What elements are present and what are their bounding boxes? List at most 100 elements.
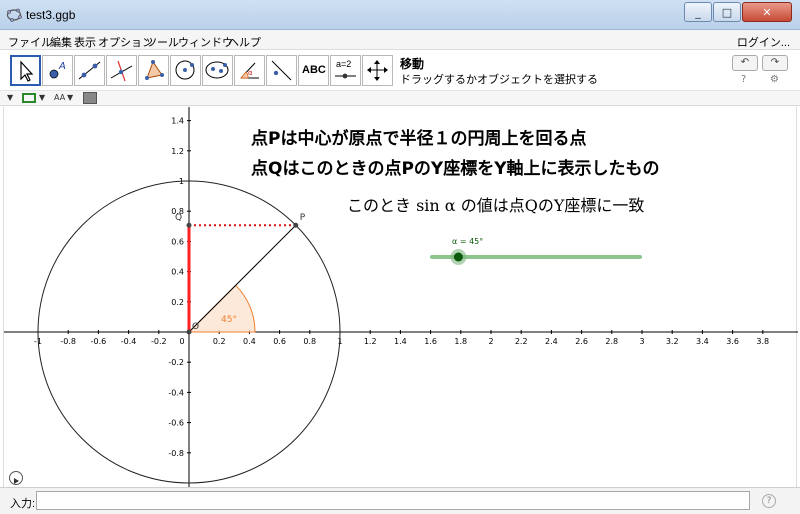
undo-button[interactable]: ↶	[732, 55, 758, 71]
minimize-button[interactable]: _	[684, 2, 712, 22]
description-line-3: このとき sin α の値は点QのY座標に一致	[347, 196, 645, 215]
x-tick-label: -0.8	[60, 337, 76, 346]
active-tool-help: ドラッグするかオブジェクトを選択する	[400, 74, 598, 86]
circle-center-point-icon	[175, 60, 195, 80]
perpendicular-line-icon	[110, 60, 133, 82]
x-tick-label: 1.4	[394, 337, 407, 346]
slider-knob[interactable]	[453, 252, 463, 262]
x-tick-label: 0.8	[303, 337, 316, 346]
ellipse-tool-button[interactable]	[202, 55, 233, 86]
point-p	[293, 222, 299, 228]
alpha-slider[interactable]	[430, 249, 642, 265]
input-bar: 入力: ?	[0, 487, 800, 514]
axes-toggle-icon[interactable]	[22, 93, 36, 103]
redo-button[interactable]: ↷	[762, 55, 788, 71]
menu-window[interactable]: ウィンドウ	[178, 34, 233, 50]
angle-tool-button[interactable]: α	[234, 55, 265, 86]
y-tick-label: 1.2	[171, 147, 184, 156]
y-tick-label: -0.6	[168, 419, 184, 428]
title-bar: test3.ggb _ □ ✕	[0, 0, 800, 30]
menu-help[interactable]: ヘルプ	[228, 34, 261, 50]
x-tick-label: 0.6	[273, 337, 286, 346]
reflect-tool-button[interactable]	[266, 55, 297, 86]
description-line-2: 点Qはこのときの点PのY座標をY軸上に表示したもの	[251, 159, 660, 179]
graphics-view[interactable]: -1 -0.8 -0.6 -0.4 -0.2 0 0.2 0.4 0.6 0.8 1 1.2 1.4 1.…	[3, 107, 798, 487]
cursor-arrow-icon	[20, 60, 34, 82]
y-tick-label: 0.6	[171, 237, 184, 246]
x-tick-label: 2.8	[605, 337, 618, 346]
reflect-line-icon	[271, 60, 292, 81]
slider-icon	[335, 73, 356, 79]
stylebar-toggle-icon[interactable]: ▼	[7, 93, 13, 102]
move-graphics-tool-button[interactable]	[362, 55, 393, 86]
perpendicular-tool-button[interactable]	[106, 55, 137, 86]
x-tick-label: -0.4	[121, 337, 137, 346]
geogebra-logo-icon	[6, 8, 22, 22]
circle-tool-button[interactable]	[170, 55, 201, 86]
x-tick-label: 2.2	[515, 337, 528, 346]
y-tick-label: -0.2	[168, 358, 184, 367]
pin-icon[interactable]	[83, 92, 97, 104]
x-tick-label: 3.8	[756, 337, 769, 346]
y-tick-label: 0.2	[171, 298, 184, 307]
point-icon: A	[49, 61, 66, 79]
text-tool-label: ABC	[302, 64, 326, 76]
login-link[interactable]: ログイン...	[737, 34, 790, 50]
angle-icon: α	[240, 62, 259, 79]
x-tick-label: 1.2	[364, 337, 377, 346]
x-tick-label: 0.4	[243, 337, 256, 346]
menu-file[interactable]: ファイル	[8, 34, 52, 50]
y-tick-label: 1.4	[171, 117, 184, 126]
toolbar: A α ABC a=2 移動 ドラッグするかオブジェクトを選択する ↶ ↷ ? …	[0, 50, 800, 90]
menu-tools[interactable]: ツール	[146, 34, 179, 50]
point-p-label: P	[300, 213, 306, 223]
input-help-icon[interactable]: ?	[762, 494, 776, 508]
x-tick-label: 3.4	[696, 337, 709, 346]
svg-text:α: α	[248, 69, 253, 77]
active-tool-name: 移動	[400, 57, 425, 71]
font-size-button[interactable]: AA	[54, 93, 65, 102]
menu-edit[interactable]: 編集	[50, 34, 72, 50]
point-q-label: Q	[175, 213, 182, 223]
menu-bar: ファイル 編集 表示 オプション ツール ウィンドウ ヘルプ ログイン...	[0, 30, 800, 50]
x-tick-label: 2	[488, 337, 493, 346]
angle-label: 45°	[221, 315, 237, 325]
x-tick-label: 3.2	[666, 337, 679, 346]
x-tick-label: 2.6	[575, 337, 588, 346]
menu-view[interactable]: 表示	[74, 34, 96, 50]
text-tool-button[interactable]: ABC	[298, 55, 329, 86]
maximize-button[interactable]: □	[713, 2, 741, 22]
help-icon[interactable]: ?	[741, 74, 746, 85]
x-tick-label: 1.8	[454, 337, 467, 346]
window-title: test3.ggb	[26, 8, 76, 22]
input-field[interactable]	[36, 491, 750, 510]
line-tool-button[interactable]	[74, 55, 105, 86]
slider-tool-button[interactable]: a=2	[330, 55, 361, 86]
menu-options[interactable]: オプション	[98, 34, 153, 50]
x-tick-label: -0.6	[91, 337, 107, 346]
ellipse-icon	[205, 61, 229, 79]
axes-dropdown-icon[interactable]: ▼	[39, 93, 45, 102]
description-line-1: 点Pは中心が原点で半径１の円周上を回る点	[251, 129, 587, 149]
y-tick-label: -0.8	[168, 449, 184, 458]
style-bar: ▼ ▼ AA ▼	[0, 90, 800, 106]
close-button[interactable]: ✕	[742, 2, 792, 22]
x-tick-label: 3.6	[726, 337, 739, 346]
y-tick-label: 0.4	[171, 268, 184, 277]
x-tick-label: 3	[639, 337, 644, 346]
move-tool-button[interactable]	[10, 55, 41, 86]
polygon-tool-button[interactable]	[138, 55, 169, 86]
origin-label: O	[192, 322, 199, 332]
x-tick-label: 0	[179, 337, 184, 346]
move-arrows-icon	[367, 60, 388, 81]
x-tick-label: 0.2	[213, 337, 226, 346]
point-q	[186, 222, 192, 228]
point-tool-button[interactable]: A	[42, 55, 73, 86]
replay-button[interactable]	[9, 471, 23, 485]
font-size-dropdown-icon[interactable]: ▼	[67, 93, 73, 102]
play-icon	[14, 478, 19, 484]
gear-icon[interactable]: ⚙	[770, 74, 779, 85]
input-label: 入力:	[10, 498, 36, 510]
line-through-points-icon	[78, 61, 101, 80]
polygon-icon	[145, 60, 164, 80]
